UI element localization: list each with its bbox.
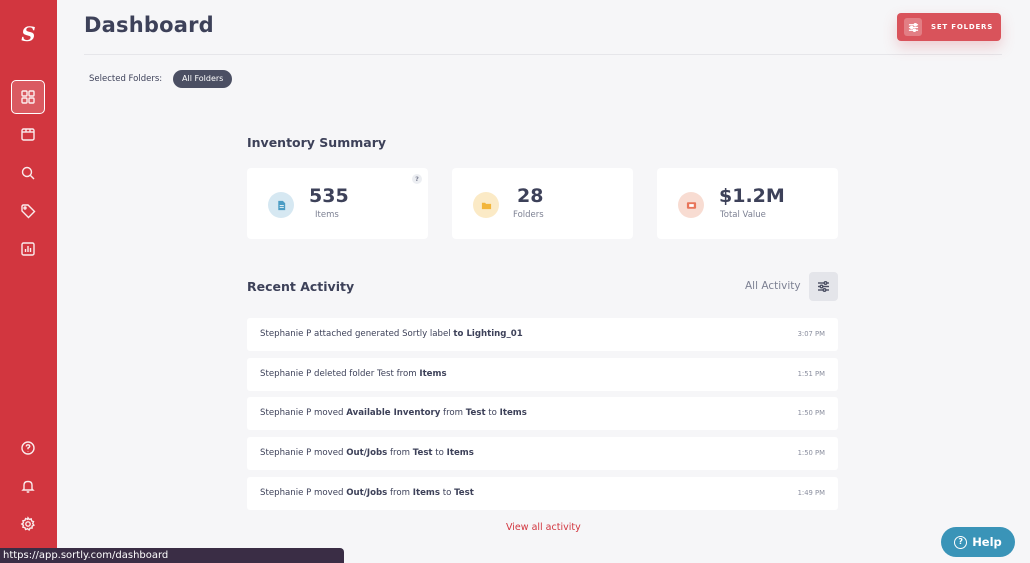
- activity-entity: Test: [465, 408, 486, 418]
- sidebar-item-search[interactable]: [11, 156, 45, 190]
- sidebar: S: [0, 0, 57, 563]
- sliders-icon: [904, 18, 922, 36]
- activity-phrase: Stephanie P deleted folder Test from: [260, 369, 420, 379]
- summary-card-folders: 28 Folders: [452, 168, 633, 239]
- folders-count: 28: [517, 185, 544, 207]
- header-divider: [84, 54, 1002, 55]
- activity-entity: Lighting_01: [466, 329, 523, 339]
- selected-folder-chip[interactable]: All Folders: [173, 70, 233, 88]
- sortly-logo[interactable]: S: [0, 22, 57, 46]
- folders-caption: Folders: [513, 210, 544, 220]
- tag-icon: [21, 204, 36, 219]
- sidebar-item-items[interactable]: [11, 117, 45, 151]
- activity-timestamp: 1:49 PM: [797, 489, 825, 497]
- inventory-summary-title: Inventory Summary: [247, 135, 387, 150]
- total-value-amount: $1.2M: [719, 185, 785, 207]
- activity-text: Stephanie P moved Available Inventory fr…: [260, 397, 527, 430]
- activity-entity: Out/Jobs: [346, 448, 388, 458]
- activity-filter-label[interactable]: All Activity: [745, 280, 801, 292]
- activity-row[interactable]: Stephanie P deleted folder Test from Ite…: [247, 358, 838, 391]
- activity-entity: Out/Jobs: [346, 488, 388, 498]
- bell-icon: [21, 480, 35, 493]
- help-button[interactable]: ? Help: [941, 527, 1015, 557]
- view-all-activity-link[interactable]: View all activity: [506, 522, 581, 533]
- activity-phrase: from: [387, 448, 413, 458]
- activity-text: Stephanie P moved Out/Jobs from Items to…: [260, 477, 474, 510]
- activity-phrase: Stephanie P moved: [260, 448, 347, 458]
- activity-timestamp: 1:50 PM: [797, 449, 825, 457]
- money-icon: [678, 192, 704, 218]
- question-circle-icon: [21, 441, 35, 455]
- activity-entity: Items: [499, 408, 527, 418]
- summary-card-total-value: $1.2M Total Value: [657, 168, 838, 239]
- set-folders-button[interactable]: SET FOLDERS: [897, 13, 1001, 41]
- activity-phrase: Stephanie P attached generated Sortly la…: [260, 329, 454, 339]
- sidebar-item-settings[interactable]: [11, 507, 45, 541]
- activity-text: Stephanie P attached generated Sortly la…: [260, 318, 523, 351]
- activity-entity: Items: [419, 369, 447, 379]
- document-icon: [268, 192, 294, 218]
- search-icon: [21, 166, 35, 180]
- sidebar-item-reports[interactable]: [11, 232, 45, 266]
- question-circle-icon: ?: [954, 535, 968, 549]
- summary-card-items: 535 Items ?: [247, 168, 428, 239]
- activity-row[interactable]: Stephanie P moved Out/Jobs from Items to…: [247, 477, 838, 510]
- activity-phrase: from: [387, 488, 413, 498]
- activity-entity: Available Inventory: [346, 408, 441, 418]
- activity-phrase: to: [439, 488, 455, 498]
- info-help-icon[interactable]: ?: [412, 174, 422, 184]
- page-title: Dashboard: [84, 13, 214, 37]
- sidebar-item-notifications[interactable]: [11, 469, 45, 503]
- sidebar-item-help[interactable]: [11, 431, 45, 465]
- activity-row[interactable]: Stephanie P attached generated Sortly la…: [247, 318, 838, 351]
- activity-timestamp: 3:07 PM: [797, 330, 825, 338]
- folder-icon: [473, 192, 499, 218]
- sliders-icon: [818, 281, 829, 292]
- activity-row[interactable]: Stephanie P moved Out/Jobs from Test to …: [247, 437, 838, 470]
- activity-row[interactable]: Stephanie P moved Available Inventory fr…: [247, 397, 838, 430]
- activity-text: Stephanie P deleted folder Test from Ite…: [260, 358, 447, 391]
- activity-text: Stephanie P moved Out/Jobs from Test to …: [260, 437, 474, 470]
- dashboard-grid-icon: [21, 90, 35, 104]
- box-icon: [21, 128, 35, 141]
- activity-phrase: Stephanie P moved: [260, 488, 347, 498]
- activity-timestamp: 1:50 PM: [797, 409, 825, 417]
- activity-entity: Items: [446, 448, 474, 458]
- activity-entity: Test: [412, 448, 433, 458]
- activity-phrase: to: [485, 408, 500, 418]
- selected-folders-label: Selected Folders:: [89, 74, 163, 84]
- activity-phrase: to: [432, 448, 447, 458]
- gear-icon: [20, 516, 35, 531]
- recent-activity-title: Recent Activity: [247, 279, 355, 294]
- total-value-caption: Total Value: [720, 210, 766, 220]
- items-caption: Items: [315, 210, 339, 220]
- activity-phrase: Stephanie P moved: [260, 408, 347, 418]
- activity-entity: Test: [454, 488, 474, 498]
- activity-phrase: from: [440, 408, 466, 418]
- items-count: 535: [309, 185, 349, 207]
- sidebar-item-dashboard[interactable]: [11, 80, 45, 114]
- browser-status-url: https://app.sortly.com/dashboard: [0, 548, 344, 563]
- help-label: Help: [972, 535, 1002, 549]
- sidebar-item-tags[interactable]: [11, 194, 45, 228]
- activity-timestamp: 1:51 PM: [797, 370, 825, 378]
- activity-entity: to: [453, 329, 467, 339]
- set-folders-label: SET FOLDERS: [931, 23, 994, 31]
- activity-filter-button[interactable]: [809, 272, 838, 301]
- bar-chart-icon: [21, 242, 35, 256]
- activity-entity: Items: [412, 488, 440, 498]
